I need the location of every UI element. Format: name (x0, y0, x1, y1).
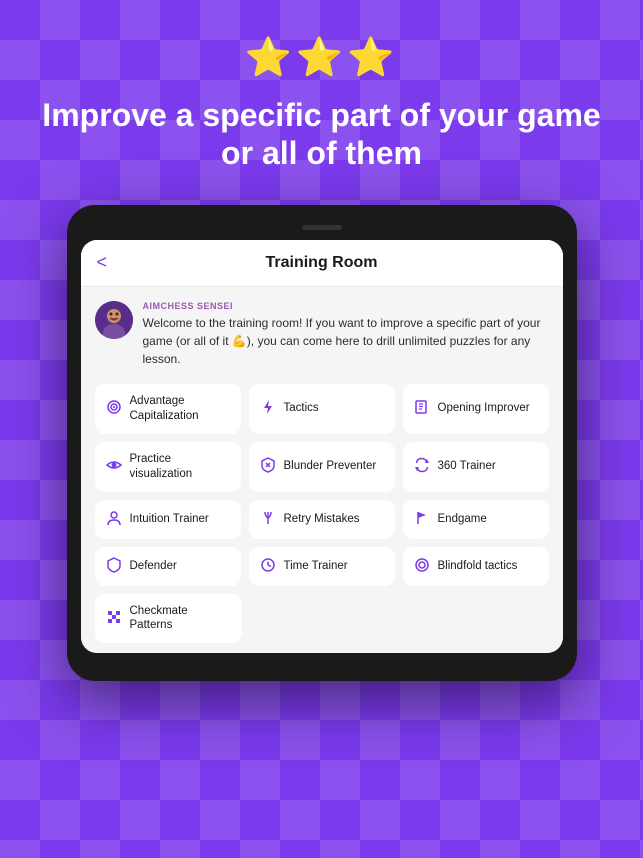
grid-item-opening[interactable]: Opening Improver (403, 384, 549, 434)
book-icon (413, 399, 431, 418)
target-circle-icon (413, 557, 431, 576)
main-headline: Improve a specific part of your game or … (0, 96, 643, 173)
endgame-label: Endgame (438, 512, 487, 527)
intuition-label: Intuition Trainer (130, 512, 209, 527)
tablet-top-bar (81, 219, 563, 240)
stars-decoration: ⭐⭐⭐ (245, 36, 399, 80)
grid-item-defender[interactable]: Defender (95, 547, 241, 586)
grid-item-checkmate[interactable]: Checkmate Patterns (95, 594, 242, 644)
tablet-bottom-bar (81, 653, 563, 667)
checkmate-label: Checkmate Patterns (130, 604, 232, 634)
tablet-device: < Training Room (67, 205, 577, 682)
sensei-text: AIMCHESS SENSEI Welcome to the training … (143, 301, 549, 368)
shield-icon (105, 557, 123, 576)
rotate-icon (413, 457, 431, 476)
tactics-label: Tactics (284, 401, 319, 416)
advantage-cap-label: Advantage Capitalization (130, 394, 231, 424)
practice-vis-label: Practice visualization (130, 452, 231, 482)
360-label: 360 Trainer (438, 459, 496, 474)
tablet-screen: < Training Room (81, 240, 563, 654)
tablet-speaker (302, 225, 342, 230)
target-icon (105, 399, 123, 418)
fork-icon (259, 510, 277, 529)
grid-item-tactics[interactable]: Tactics (249, 384, 395, 434)
back-button[interactable]: < (97, 252, 108, 273)
grid-item-retry[interactable]: Retry Mistakes (249, 500, 395, 539)
app-header: < Training Room (81, 240, 563, 287)
flag-icon (413, 510, 431, 529)
grid-item-endgame[interactable]: Endgame (403, 500, 549, 539)
time-label: Time Trainer (284, 559, 348, 574)
grid-item-blindfold[interactable]: Blindfold tactics (403, 547, 549, 586)
person-icon (105, 510, 123, 529)
grid-item-advantage-cap[interactable]: Advantage Capitalization (95, 384, 241, 434)
grid-item-practice-vis[interactable]: Practice visualization (95, 442, 241, 492)
shield-x-icon (259, 457, 277, 476)
training-items-grid: Advantage Capitalization Tactics (95, 384, 549, 586)
last-row: Checkmate Patterns (95, 594, 549, 644)
lightning-icon (259, 399, 277, 418)
grid-item-360[interactable]: 360 Trainer (403, 442, 549, 492)
defender-label: Defender (130, 559, 177, 574)
avatar (95, 301, 133, 339)
grid-item-time[interactable]: Time Trainer (249, 547, 395, 586)
opening-label: Opening Improver (438, 401, 530, 416)
blindfold-label: Blindfold tactics (438, 559, 518, 574)
sensei-message: Welcome to the training room! If you wan… (143, 314, 549, 368)
grid-item-blunder[interactable]: Blunder Preventer (249, 442, 395, 492)
sensei-message-row: AIMCHESS SENSEI Welcome to the training … (95, 301, 549, 368)
main-content: ⭐⭐⭐ Improve a specific part of your game… (0, 0, 643, 681)
retry-label: Retry Mistakes (284, 512, 360, 527)
screen-title: Training Room (266, 254, 378, 272)
clock-icon (259, 557, 277, 576)
sensei-label: AIMCHESS SENSEI (143, 301, 549, 311)
grid-item-intuition[interactable]: Intuition Trainer (95, 500, 241, 539)
app-body: AIMCHESS SENSEI Welcome to the training … (81, 287, 563, 654)
grid-icon (105, 609, 123, 628)
blunder-label: Blunder Preventer (284, 459, 377, 474)
eye-icon (105, 457, 123, 476)
